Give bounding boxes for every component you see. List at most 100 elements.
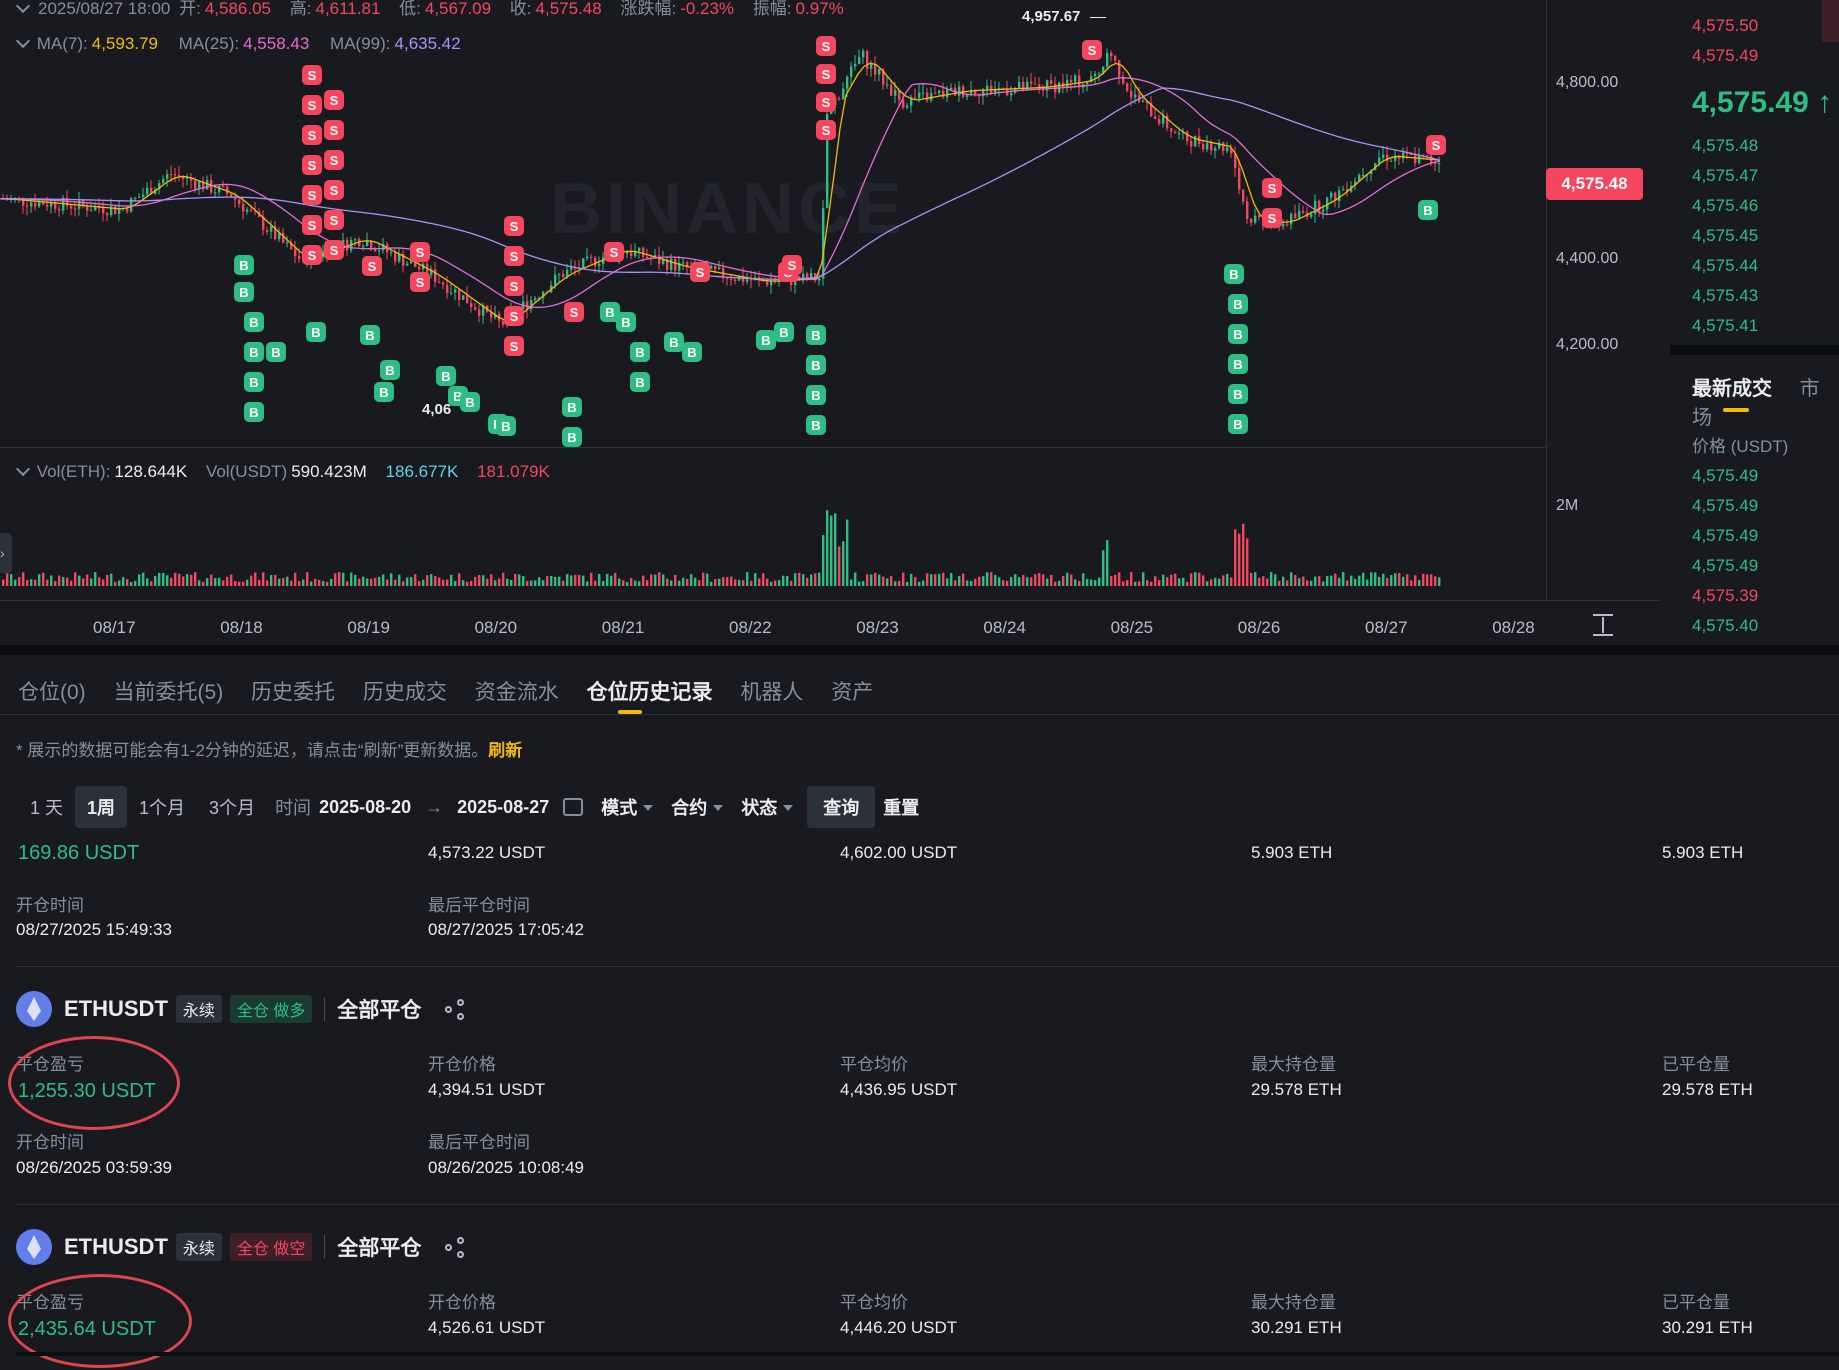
candle-body xyxy=(1362,175,1365,177)
bid-price[interactable]: 4,575.46 xyxy=(1692,196,1758,216)
caret-down-icon xyxy=(713,805,724,811)
sell-marker: S xyxy=(816,36,836,56)
volume-bar xyxy=(262,572,265,586)
candle-body xyxy=(1382,154,1385,158)
candlestick-plot[interactable]: SSSSSSSSSSSSSSSSSSSSSSSSSSSSSSSSSSBBBBBB… xyxy=(0,0,1546,600)
volume-bar xyxy=(794,573,797,586)
volume-bar xyxy=(806,577,809,586)
date-tick: 08/23 xyxy=(856,618,899,637)
svg-text:S: S xyxy=(570,305,579,320)
tab-order-history[interactable]: 历史委托 xyxy=(251,681,335,704)
candle-body xyxy=(1298,210,1301,218)
symbol[interactable]: ETHUSDT xyxy=(64,1234,168,1260)
collapse-chevron-icon[interactable] xyxy=(15,461,31,477)
range-1m[interactable]: 1个月 xyxy=(127,786,197,828)
closed-size-label: 已平仓量 xyxy=(1662,1293,1730,1312)
status-dropdown[interactable]: 状态 xyxy=(741,794,794,820)
range-1d[interactable]: 1 天 xyxy=(18,786,75,828)
mode-dropdown[interactable]: 模式 xyxy=(601,794,654,820)
range-1w[interactable]: 1周 xyxy=(75,786,128,828)
sell-marker: S xyxy=(564,302,584,322)
svg-text:B: B xyxy=(687,345,696,360)
contract-dropdown[interactable]: 合约 xyxy=(671,794,724,820)
volume-bar xyxy=(90,578,93,586)
volume-bar xyxy=(974,578,977,586)
tab-transaction-history[interactable]: 资金流水 xyxy=(475,681,559,704)
peak-marker-line xyxy=(1090,17,1106,18)
sell-marker: S xyxy=(324,90,344,110)
volume-bar xyxy=(466,581,469,586)
price-tick: 4,400.00 xyxy=(1556,250,1619,267)
volume-bar xyxy=(446,579,449,586)
expand-left-icon[interactable]: › xyxy=(0,533,12,573)
tab-assets[interactable]: 资产 xyxy=(831,681,873,704)
buy-marker: B xyxy=(244,372,264,392)
candle-body xyxy=(926,92,929,101)
volume-bar xyxy=(1146,580,1149,586)
volume-bar xyxy=(346,581,349,586)
refresh-link[interactable]: 刷新 xyxy=(488,741,522,760)
tab-positions[interactable]: 仓位(0) xyxy=(18,681,86,704)
ask-price[interactable]: 4,575.50 xyxy=(1692,16,1758,36)
collapse-chevron-icon[interactable] xyxy=(15,33,31,49)
candle-body xyxy=(570,267,573,270)
volume-bar xyxy=(498,578,501,586)
symbol[interactable]: ETHUSDT xyxy=(64,996,168,1022)
share-icon[interactable] xyxy=(445,998,467,1020)
sell-marker: S xyxy=(604,242,624,262)
sell-marker: S xyxy=(302,245,322,265)
candle-body xyxy=(1302,210,1305,213)
kline-chart[interactable]: BINANCE SSSSSSSSSSSSSSSSSSSSSSSSSSSSSSSS… xyxy=(0,0,1660,645)
bid-price[interactable]: 4,575.48 xyxy=(1692,136,1758,156)
close-all-label[interactable]: 全部平仓 xyxy=(337,1232,421,1262)
volume-bar xyxy=(878,574,881,586)
volume-bar xyxy=(94,572,97,586)
volume-bar xyxy=(1254,572,1257,586)
volume-bar xyxy=(1182,577,1185,586)
buy-marker: B xyxy=(460,392,480,412)
candle-body xyxy=(102,208,105,214)
candle-body xyxy=(1050,80,1053,84)
bid-price[interactable]: 4,575.45 xyxy=(1692,226,1758,246)
buy-marker: B xyxy=(360,325,380,345)
bid-price[interactable]: 4,575.47 xyxy=(1692,166,1758,186)
volume-bar xyxy=(1306,580,1309,586)
tab-latest-trades[interactable]: 最新成交 xyxy=(1692,378,1772,400)
candle-body xyxy=(1210,143,1213,151)
candle-body xyxy=(238,199,241,204)
tab-open-orders[interactable]: 当前委托(5) xyxy=(114,681,224,704)
volume-bar xyxy=(50,575,53,586)
candle-body xyxy=(26,205,29,207)
calendar-icon[interactable] xyxy=(563,798,584,816)
volume-bar xyxy=(1366,579,1369,586)
volume-bar xyxy=(458,573,461,586)
ask-price[interactable]: 4,575.49 xyxy=(1692,46,1758,66)
range-3m[interactable]: 3个月 xyxy=(197,786,267,828)
reset-button[interactable]: 重置 xyxy=(883,794,919,820)
volume-bar xyxy=(778,580,781,586)
end-date[interactable]: 2025-08-27 xyxy=(457,797,549,818)
volume-bar xyxy=(666,578,669,586)
tab-position-history[interactable]: 仓位历史记录 xyxy=(587,681,713,704)
peak-price-label: 4,957.67 xyxy=(1022,8,1081,25)
close-all-label[interactable]: 全部平仓 xyxy=(337,994,421,1024)
candle-body xyxy=(442,282,445,285)
scale-reset-icon[interactable] xyxy=(1590,612,1616,638)
bid-price[interactable]: 4,575.41 xyxy=(1692,316,1758,336)
bid-price[interactable]: 4,575.44 xyxy=(1692,256,1758,276)
tab-bots[interactable]: 机器人 xyxy=(740,681,803,704)
volume-bar xyxy=(342,572,345,586)
volume-bar xyxy=(142,572,145,586)
query-button[interactable]: 查询 xyxy=(807,786,876,828)
candle-body xyxy=(822,208,825,279)
volume-bar xyxy=(1150,581,1153,586)
bid-price[interactable]: 4,575.43 xyxy=(1692,286,1758,306)
candle-body xyxy=(1318,200,1321,212)
collapse-chevron-icon[interactable] xyxy=(15,0,31,14)
tab-trade-history[interactable]: 历史成交 xyxy=(363,681,447,704)
open-price-value: 4,573.22 USDT xyxy=(428,843,546,862)
share-icon[interactable] xyxy=(445,1236,467,1258)
candle-body xyxy=(454,289,457,293)
start-date[interactable]: 2025-08-20 xyxy=(319,797,411,818)
volume-bar xyxy=(854,572,857,586)
